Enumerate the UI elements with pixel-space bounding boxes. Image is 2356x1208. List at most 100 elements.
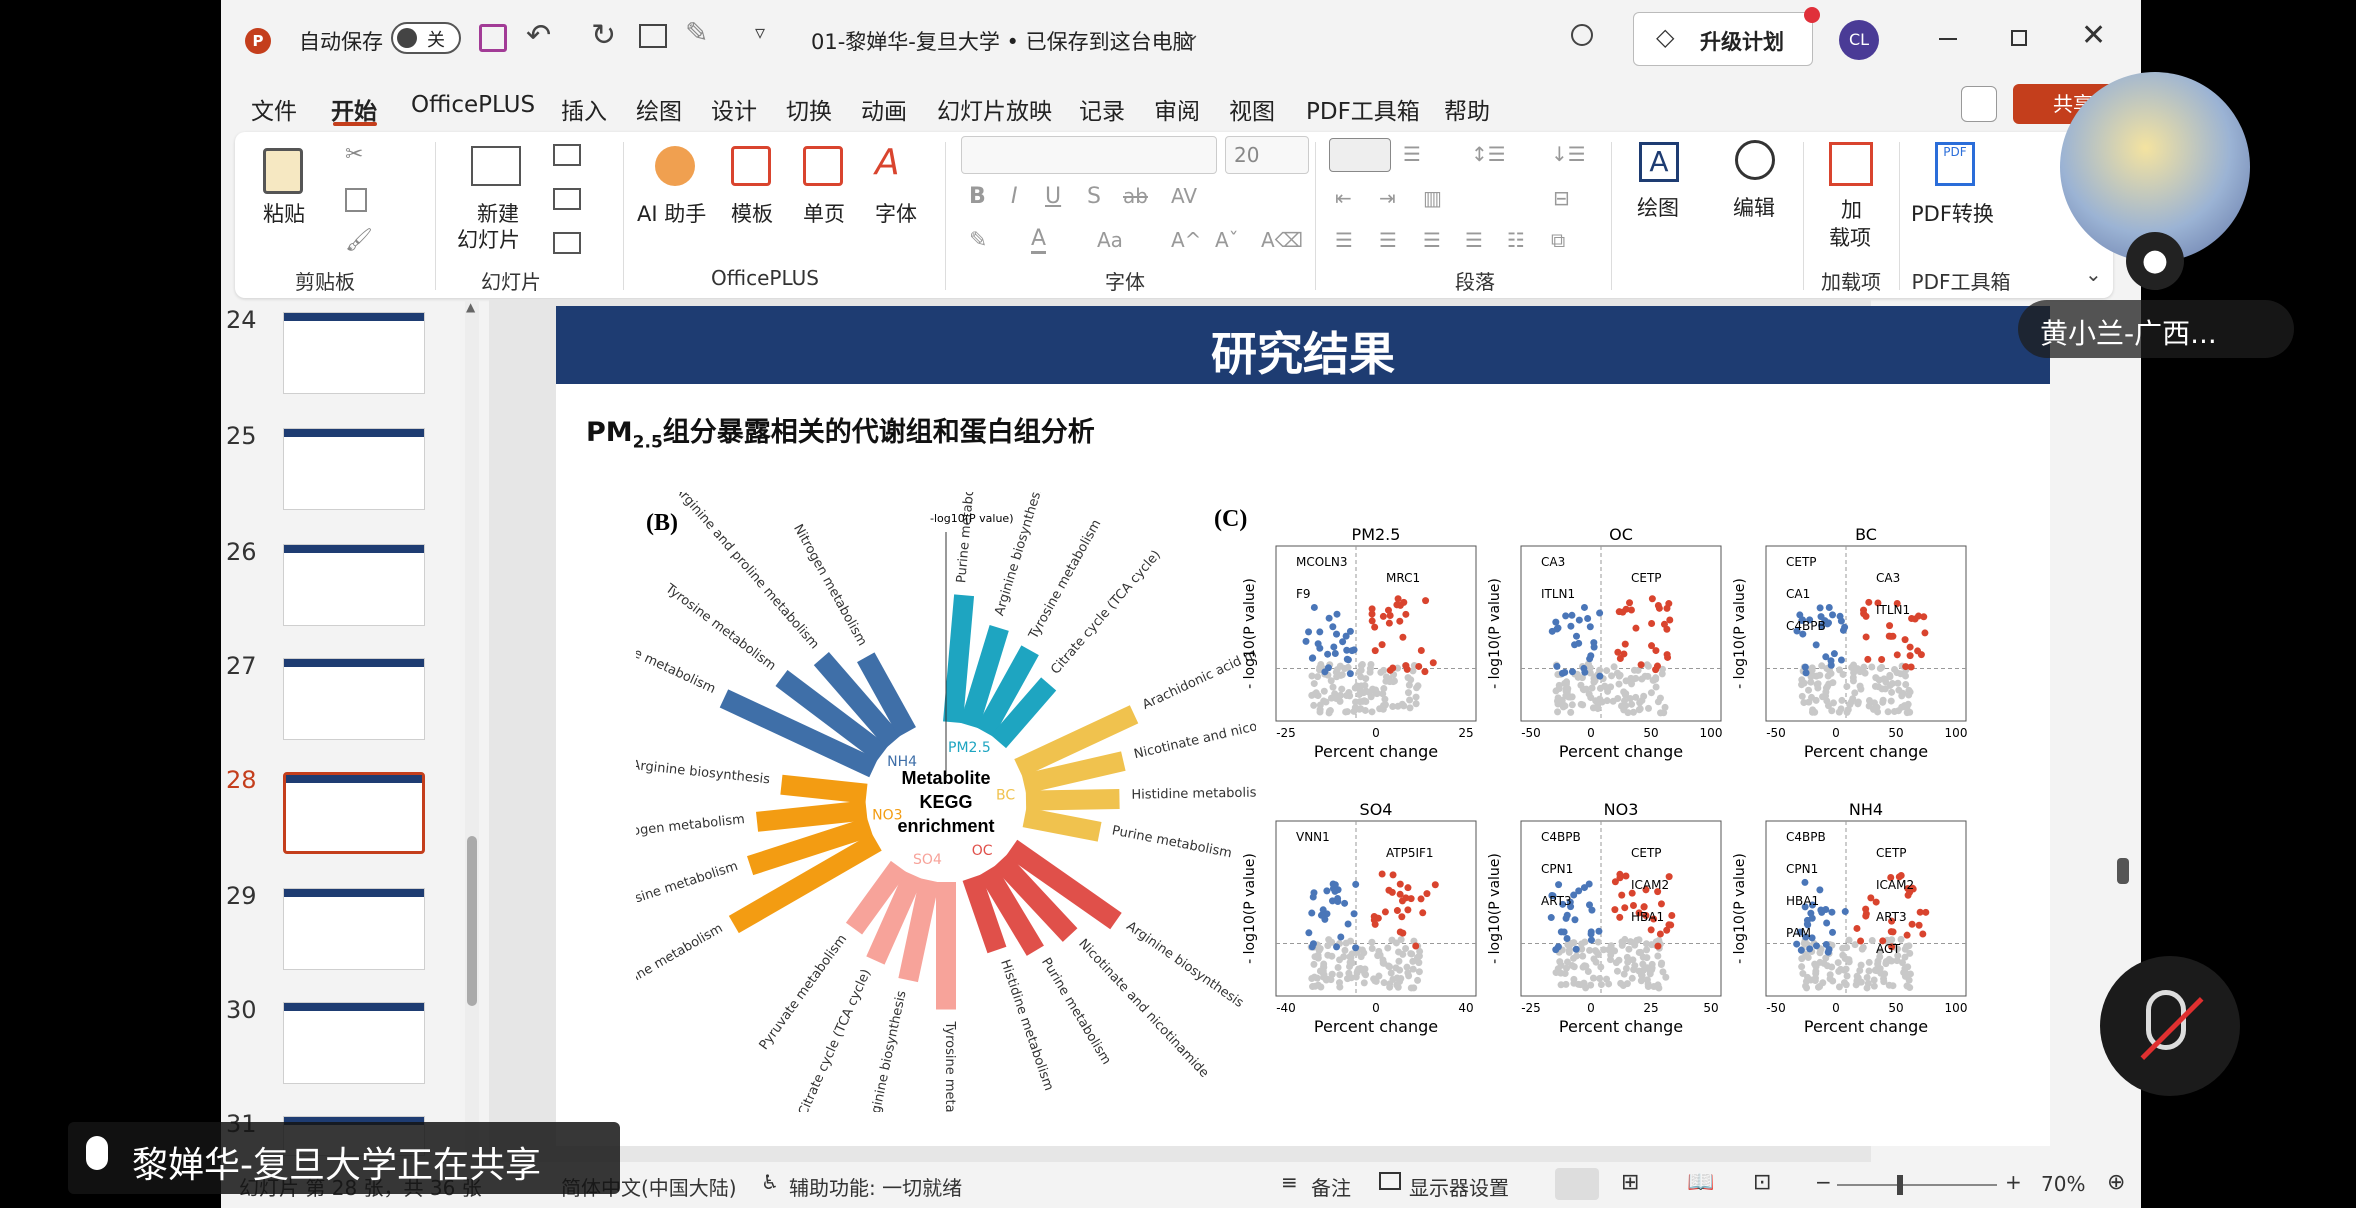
accessibility-icon[interactable]: ♿ bbox=[761, 1170, 779, 1194]
notes-icon[interactable]: ≡ bbox=[1281, 1170, 1298, 1194]
highlight-icon[interactable]: ✎ bbox=[969, 228, 987, 253]
slide-thumbnail[interactable] bbox=[283, 544, 425, 626]
template-button[interactable]: 模板 bbox=[731, 198, 773, 228]
zoom-slider-thumb[interactable] bbox=[1897, 1175, 1903, 1195]
menu-view[interactable]: 视图 bbox=[1229, 92, 1275, 126]
ribbon-collapse-icon[interactable]: ⌄ bbox=[2085, 262, 2102, 286]
zoom-slider[interactable] bbox=[1837, 1175, 1997, 1195]
slide-thumbnail[interactable] bbox=[283, 658, 425, 740]
ai-icon[interactable] bbox=[655, 146, 695, 186]
minimize-icon[interactable] bbox=[1939, 38, 1957, 40]
align-left-icon[interactable]: ☰ bbox=[1335, 228, 1353, 252]
paste-button[interactable]: 粘贴 bbox=[263, 198, 305, 228]
reading-view-icon[interactable]: 📖 bbox=[1687, 1170, 1714, 1195]
font-size-select[interactable]: 20 bbox=[1225, 136, 1309, 174]
menu-record[interactable]: 记录 bbox=[1079, 92, 1125, 126]
edit-button[interactable]: 编辑 bbox=[1733, 192, 1775, 222]
align-right-icon[interactable]: ☰ bbox=[1423, 228, 1441, 252]
numbering-icon[interactable]: ☰ bbox=[1403, 142, 1421, 166]
template-icon[interactable] bbox=[731, 146, 771, 186]
menu-transitions[interactable]: 切换 bbox=[786, 92, 832, 126]
menu-pdftools[interactable]: PDF工具箱 bbox=[1306, 92, 1420, 126]
align-center-icon[interactable]: ☰ bbox=[1379, 228, 1397, 252]
zoom-in-icon[interactable]: + bbox=[2005, 1170, 2022, 1194]
new-slide-icon[interactable] bbox=[471, 146, 521, 186]
menu-slideshow[interactable]: 幻灯片放映 bbox=[937, 92, 1052, 126]
mic-muted-button[interactable] bbox=[2100, 956, 2240, 1096]
font-tool-icon[interactable]: A bbox=[875, 142, 900, 183]
format-painter-icon[interactable]: 🖌 bbox=[345, 228, 373, 253]
notes-button[interactable]: 备注 bbox=[1311, 1172, 1351, 1201]
underline-icon[interactable]: U bbox=[1045, 184, 1061, 209]
italic-icon[interactable]: I bbox=[1011, 184, 1018, 209]
cut-icon[interactable]: ✂ bbox=[345, 142, 363, 167]
normal-view-icon[interactable] bbox=[1555, 1168, 1599, 1200]
line-spacing-icon[interactable]: ↕☰ bbox=[1471, 142, 1506, 166]
comments-icon[interactable] bbox=[1961, 86, 1997, 122]
search-icon[interactable] bbox=[1571, 24, 1593, 46]
font-name-select[interactable] bbox=[961, 136, 1217, 174]
slide-canvas[interactable]: 研究结果 PM2.5组分暴露相关的代谢组和蛋白组分析 (B) Purine me… bbox=[556, 306, 2050, 1146]
slide-sorter-icon[interactable]: ⊞ bbox=[1621, 1170, 1639, 1195]
align-text-icon[interactable]: ⊟ bbox=[1553, 186, 1570, 210]
display-settings-button[interactable]: 显示器设置 bbox=[1409, 1172, 1509, 1201]
slideshow-icon[interactable]: ⊡ bbox=[1753, 1170, 1771, 1195]
find-icon[interactable] bbox=[1735, 140, 1775, 180]
grow-font-icon[interactable]: A^ bbox=[1171, 228, 1201, 252]
slide-thumbnail-active[interactable] bbox=[283, 772, 425, 854]
indent-increase-icon[interactable]: ⇥ bbox=[1379, 186, 1396, 210]
new-slide-button-2[interactable]: 幻灯片 bbox=[457, 224, 520, 254]
columns-icon[interactable]: ▥ bbox=[1423, 186, 1442, 210]
zoom-out-icon[interactable]: − bbox=[1815, 1170, 1832, 1194]
thumbnail-scrollbar[interactable]: ▲ bbox=[465, 300, 479, 1160]
bold-icon[interactable]: B bbox=[969, 184, 986, 209]
font-color-icon[interactable]: A bbox=[1031, 226, 1047, 254]
save-icon[interactable] bbox=[479, 24, 507, 52]
pdf-convert-button[interactable]: PDF转换 bbox=[1911, 198, 1994, 228]
justify-icon[interactable]: ☰ bbox=[1465, 228, 1483, 252]
single-page-button[interactable]: 单页 bbox=[803, 198, 845, 228]
avatar[interactable]: CL bbox=[1839, 20, 1879, 60]
shrink-font-icon[interactable]: Aˇ bbox=[1215, 228, 1239, 252]
upgrade-button[interactable]: ◇ 升级计划 bbox=[1633, 7, 1820, 66]
slide-thumbnail[interactable] bbox=[283, 888, 425, 970]
copy-icon[interactable] bbox=[345, 188, 367, 212]
draw-button[interactable]: 绘图 bbox=[1637, 192, 1679, 222]
undo-icon[interactable]: ↶ bbox=[526, 18, 551, 53]
font-tool-button[interactable]: 字体 bbox=[875, 198, 917, 228]
addins-button-2[interactable]: 载项 bbox=[1829, 222, 1871, 252]
pdf-icon[interactable]: PDF bbox=[1935, 142, 1975, 186]
addins-button[interactable]: 加 bbox=[1841, 194, 1862, 224]
display-settings-icon[interactable] bbox=[1379, 1172, 1401, 1190]
scroll-thumb[interactable] bbox=[467, 836, 477, 1006]
paste-icon[interactable] bbox=[263, 148, 303, 194]
strikethrough-icon[interactable]: ab bbox=[1123, 184, 1148, 208]
menu-help[interactable]: 帮助 bbox=[1444, 92, 1490, 126]
document-title[interactable]: 01-黎婵华-复旦大学 • 已保存到这台电脑 bbox=[811, 26, 1194, 56]
ai-assistant-button[interactable]: AI 助手 bbox=[637, 198, 706, 228]
shapes-icon[interactable]: A bbox=[1639, 142, 1679, 182]
single-page-icon[interactable] bbox=[803, 146, 843, 186]
redo-icon[interactable]: ↻ bbox=[591, 18, 616, 53]
menu-design[interactable]: 设计 bbox=[711, 92, 757, 126]
scroll-up-icon[interactable]: ▲ bbox=[466, 300, 475, 314]
indent-decrease-icon[interactable]: ⇤ bbox=[1335, 186, 1352, 210]
menu-review[interactable]: 审阅 bbox=[1154, 92, 1200, 126]
slide-thumbnail[interactable] bbox=[283, 428, 425, 510]
text-direction-icon[interactable]: ↓☰ bbox=[1551, 142, 1586, 166]
slide-thumbnail[interactable] bbox=[283, 1002, 425, 1084]
menu-draw[interactable]: 绘图 bbox=[636, 92, 682, 126]
shadow-icon[interactable]: S bbox=[1087, 184, 1101, 209]
menu-animations[interactable]: 动画 bbox=[861, 92, 907, 126]
autosave-toggle[interactable]: 关 bbox=[391, 22, 461, 54]
distributed-icon[interactable]: ☷ bbox=[1507, 228, 1525, 252]
clear-format-icon[interactable]: A⌫ bbox=[1261, 228, 1303, 252]
editor-scrollbar-thumb[interactable] bbox=[2117, 858, 2129, 884]
addins-icon[interactable] bbox=[1829, 142, 1873, 186]
slide-thumbnail[interactable] bbox=[283, 312, 425, 394]
title-chevron-icon[interactable]: ⌄ bbox=[1185, 24, 1200, 45]
customize-icon[interactable]: ▿ bbox=[755, 20, 765, 44]
present-icon[interactable] bbox=[639, 24, 667, 48]
bullets-icon[interactable] bbox=[1329, 138, 1391, 172]
change-case-icon[interactable]: Aa bbox=[1097, 228, 1123, 252]
